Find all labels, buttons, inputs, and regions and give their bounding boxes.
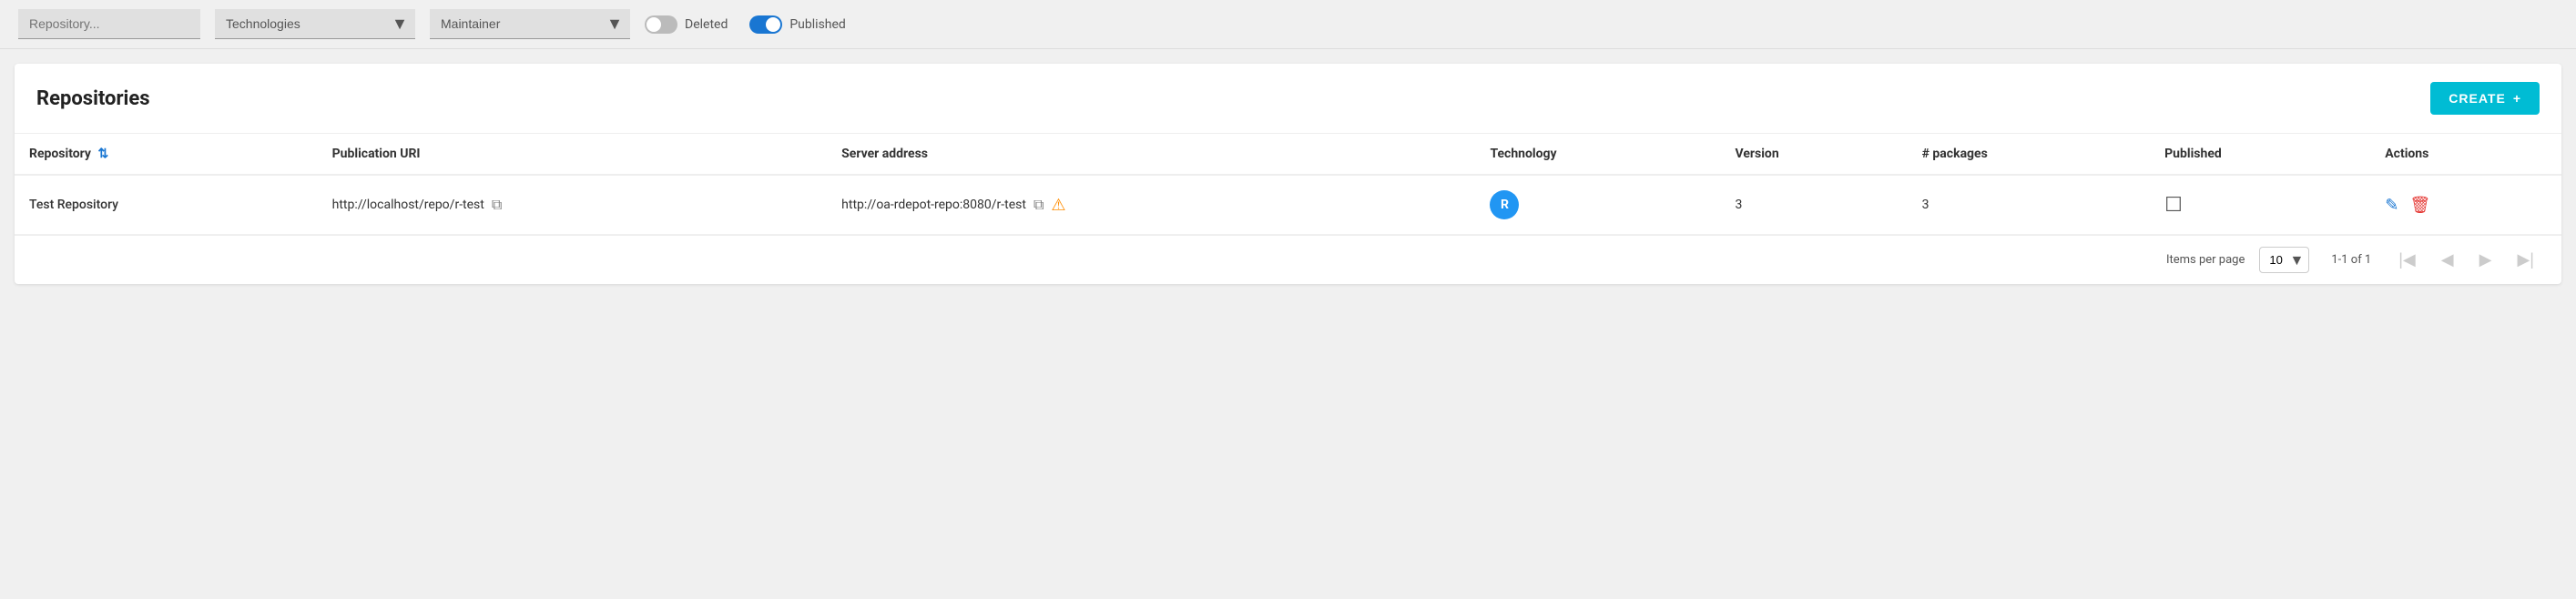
col-published: Published	[2150, 134, 2370, 175]
copy-server-address-icon[interactable]: ⧉	[1033, 196, 1044, 214]
cell-server-address: http://oa-rdepot-repo:8080/r-test ⧉ ⚠	[827, 175, 1475, 235]
col-server-address-label: Server address	[841, 147, 928, 161]
cell-version: 3	[1720, 175, 1907, 235]
cell-published: ☐	[2150, 175, 2370, 235]
col-packages-label: # packages	[1922, 147, 1988, 161]
edit-button[interactable]: ✎	[2385, 196, 2398, 215]
toggle-group: Deleted Published	[645, 15, 846, 34]
items-per-page-label: Items per page	[2166, 253, 2245, 267]
col-version: Version	[1720, 134, 1907, 175]
version-value: 3	[1735, 198, 1742, 212]
deleted-toggle-knob	[647, 17, 661, 32]
publication-uri-text: http://localhost/repo/r-test	[332, 198, 484, 212]
server-address-text: http://oa-rdepot-repo:8080/r-test	[841, 198, 1026, 212]
repository-filter-input[interactable]	[18, 9, 200, 39]
col-actions-label: Actions	[2385, 147, 2428, 161]
items-per-page-select[interactable]: 10 5 25 50	[2259, 247, 2309, 273]
col-technology-label: Technology	[1490, 147, 1556, 161]
col-version-label: Version	[1735, 147, 1778, 161]
cell-publication-uri: http://localhost/repo/r-test ⧉	[318, 175, 828, 235]
create-button-label: CREATE	[2449, 91, 2506, 106]
table-header-row: Repository ⇅ Publication URI Server addr…	[15, 134, 2561, 175]
prev-page-button[interactable]: ◀	[2436, 247, 2459, 273]
published-toggle-item: Published	[749, 15, 845, 34]
technologies-select-wrapper: Technologies ▼	[215, 9, 415, 39]
deleted-toggle-item: Deleted	[645, 15, 728, 34]
col-technology: Technology	[1475, 134, 1720, 175]
col-published-label: Published	[2164, 147, 2222, 161]
col-publication-uri: Publication URI	[318, 134, 828, 175]
create-button[interactable]: CREATE +	[2430, 82, 2540, 115]
published-toggle[interactable]	[749, 15, 782, 34]
items-per-page-wrapper: 10 5 25 50 ▼	[2259, 247, 2309, 273]
maintainer-select[interactable]: Maintainer	[430, 9, 630, 39]
maintainer-select-wrapper: Maintainer ▼	[430, 9, 630, 39]
last-page-button[interactable]: ▶|	[2511, 247, 2540, 273]
col-server-address: Server address	[827, 134, 1475, 175]
table-row: Test Repository http://localhost/repo/r-…	[15, 175, 2561, 235]
page-info: 1-1 of 1	[2331, 253, 2371, 267]
delete-button[interactable]: 🗑	[2409, 196, 2430, 215]
packages-value: 3	[1922, 198, 1929, 212]
col-repository: Repository ⇅	[15, 134, 318, 175]
technologies-select[interactable]: Technologies	[215, 9, 415, 39]
repositories-table: Repository ⇅ Publication URI Server addr…	[15, 134, 2561, 235]
page-title: Repositories	[36, 87, 150, 110]
main-header: Repositories CREATE +	[15, 64, 2561, 134]
published-label: Published	[789, 17, 845, 32]
published-toggle-knob	[766, 17, 780, 32]
deleted-toggle[interactable]	[645, 15, 677, 34]
warning-icon: ⚠	[1051, 196, 1065, 215]
col-actions: Actions	[2370, 134, 2561, 175]
next-page-button[interactable]: ▶	[2474, 247, 2498, 273]
technology-badge: R	[1490, 190, 1519, 219]
plus-icon: +	[2513, 91, 2521, 106]
deleted-label: Deleted	[685, 17, 728, 32]
copy-publication-uri-icon[interactable]: ⧉	[492, 196, 502, 214]
cell-actions: ✎ 🗑	[2370, 175, 2561, 235]
cell-technology: R	[1475, 175, 1720, 235]
main-card: Repositories CREATE + Repository ⇅ Publi…	[15, 64, 2561, 284]
sort-icon[interactable]: ⇅	[97, 147, 108, 161]
col-publication-uri-label: Publication URI	[332, 147, 421, 161]
col-packages: # packages	[1908, 134, 2151, 175]
pagination-row: Items per page 10 5 25 50 ▼ 1-1 of 1 |◀ …	[15, 235, 2561, 284]
col-repository-label: Repository	[29, 147, 91, 161]
cell-packages: 3	[1908, 175, 2151, 235]
publish-toggle-icon[interactable]: ☐	[2164, 194, 2183, 217]
repo-name: Test Repository	[29, 198, 118, 212]
cell-name: Test Repository	[15, 175, 318, 235]
filter-bar: Technologies ▼ Maintainer ▼ Deleted Publ…	[0, 0, 2576, 49]
first-page-button[interactable]: |◀	[2393, 247, 2421, 273]
